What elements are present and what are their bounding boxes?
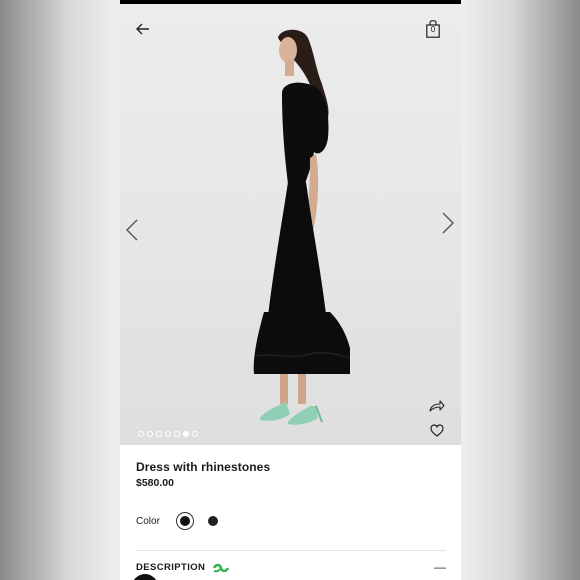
- pagination-dot[interactable]: [138, 431, 144, 437]
- chat-button[interactable]: [132, 574, 158, 580]
- eco-leaf-icon: [213, 563, 230, 572]
- shopping-bag-button[interactable]: 0: [422, 17, 444, 41]
- back-button[interactable]: [132, 18, 154, 40]
- product-info: Dress with rhinestones $580.00: [136, 460, 446, 489]
- next-image-button[interactable]: [438, 209, 458, 237]
- minus-icon[interactable]: —: [434, 561, 446, 573]
- pagination-dot-active[interactable]: [183, 431, 189, 437]
- color-selector: Color: [136, 512, 218, 530]
- back-arrow-icon: [136, 23, 149, 35]
- color-swatch-fill: [180, 516, 190, 526]
- description-label: DESCRIPTION: [136, 562, 206, 573]
- share-button[interactable]: [426, 396, 448, 416]
- product-photo: [253, 29, 350, 425]
- image-pagination: [138, 431, 198, 437]
- pagination-dot[interactable]: [174, 431, 180, 437]
- chevron-right-icon: [442, 212, 454, 234]
- pagination-dot[interactable]: [147, 431, 153, 437]
- pagination-dot[interactable]: [156, 431, 162, 437]
- product-page: 0 Dress with rhinestones $580.00 Color D…: [120, 0, 461, 580]
- pagination-dot[interactable]: [165, 431, 171, 437]
- color-label: Color: [136, 515, 160, 527]
- color-swatch[interactable]: [208, 516, 218, 526]
- color-swatch-selected[interactable]: [176, 512, 194, 530]
- bag-count: 0: [430, 25, 436, 34]
- product-price: $580.00: [136, 477, 174, 489]
- description-accordion-header[interactable]: DESCRIPTION —: [136, 561, 446, 573]
- divider: [136, 550, 446, 551]
- pagination-dot[interactable]: [192, 431, 198, 437]
- wishlist-button[interactable]: [427, 420, 447, 440]
- product-title: Dress with rhinestones: [136, 460, 271, 474]
- product-image-gallery[interactable]: 0: [120, 4, 461, 445]
- share-icon: [429, 400, 445, 412]
- heart-icon: [430, 423, 444, 437]
- previous-image-button[interactable]: [122, 216, 142, 244]
- chevron-left-icon: [126, 219, 138, 241]
